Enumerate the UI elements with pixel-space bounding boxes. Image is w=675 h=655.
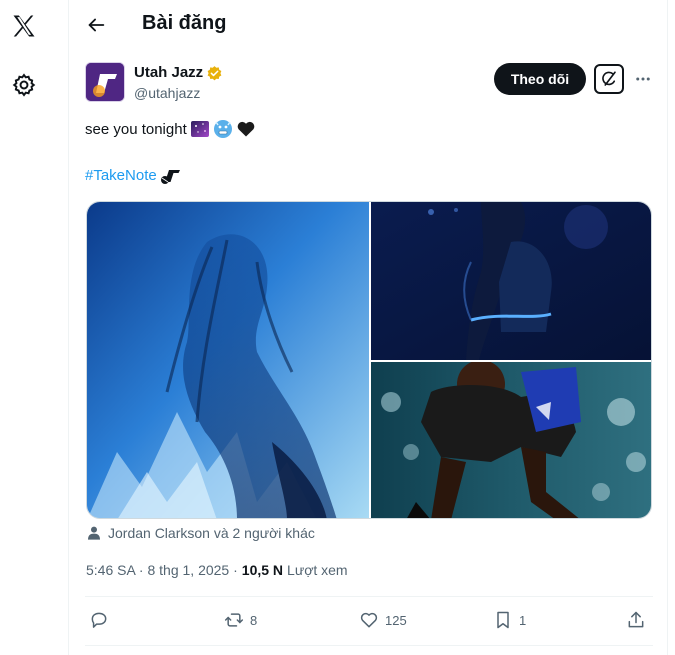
person-icon xyxy=(88,526,100,540)
photo-player-dark[interactable] xyxy=(371,202,651,360)
tweet-text: see you tonight xyxy=(85,119,256,139)
views-label: Lượt xem xyxy=(287,562,348,578)
tagged-users[interactable]: Jordan Clarkson và 2 người khác xyxy=(86,525,315,541)
night-sky-emoji-icon xyxy=(190,121,209,137)
bookmark-button[interactable]: 1 xyxy=(493,610,526,630)
post-detail-column: Bài đăng Utah Jazz @utahjazz Theo dõi se… xyxy=(68,0,668,655)
black-heart-emoji-icon xyxy=(237,121,255,137)
photo-player-ball[interactable] xyxy=(371,362,651,518)
media-grid xyxy=(86,201,652,519)
x-logo-icon[interactable] xyxy=(10,12,38,40)
verified-icon xyxy=(207,66,222,81)
repost-count: 8 xyxy=(250,612,258,628)
reply-icon xyxy=(91,612,107,628)
post-meta: 5:46 SA · 8 thg 1, 2025 · 10,5 N Lượt xe… xyxy=(86,562,348,578)
grok-button[interactable] xyxy=(594,64,624,94)
gear-icon[interactable] xyxy=(11,72,37,98)
post-timestamp[interactable]: 5:46 SA · 8 thg 1, 2025 · xyxy=(86,562,238,578)
hashtag-link[interactable]: #TakeNote xyxy=(85,167,181,184)
share-icon xyxy=(628,611,644,628)
jazz-logo-icon xyxy=(86,63,124,101)
avatar[interactable] xyxy=(85,62,125,102)
reply-button[interactable] xyxy=(89,610,115,630)
divider xyxy=(85,645,653,646)
tagged-text[interactable]: Jordan Clarkson và 2 người khác xyxy=(108,525,315,541)
page-header: Bài đăng xyxy=(69,0,669,52)
back-arrow-icon[interactable] xyxy=(85,14,107,36)
repost-button[interactable]: 8 xyxy=(224,610,257,630)
grok-icon xyxy=(602,71,616,86)
left-nav xyxy=(0,0,68,655)
follow-button[interactable]: Theo dõi xyxy=(494,63,586,95)
author-name[interactable]: Utah Jazz xyxy=(134,64,203,81)
more-icon[interactable] xyxy=(634,70,652,88)
bookmark-count: 1 xyxy=(519,612,527,628)
like-count: 125 xyxy=(385,612,407,628)
repost-icon xyxy=(224,613,244,627)
share-button[interactable] xyxy=(626,610,646,630)
views-count: 10,5 N xyxy=(241,562,284,578)
photo-silhouette[interactable] xyxy=(87,202,369,518)
page-title: Bài đăng xyxy=(142,12,227,34)
divider xyxy=(85,596,653,597)
tweet-body: see you tonight xyxy=(85,120,187,138)
like-button[interactable]: 125 xyxy=(359,610,407,630)
like-icon xyxy=(360,612,378,628)
author-handle[interactable]: @utahjazz xyxy=(134,85,200,101)
jazz-note-emoji-icon xyxy=(160,169,180,184)
hashtag-text[interactable]: #TakeNote xyxy=(85,167,157,184)
cold-face-emoji-icon xyxy=(213,120,232,138)
bookmark-icon xyxy=(497,611,509,629)
